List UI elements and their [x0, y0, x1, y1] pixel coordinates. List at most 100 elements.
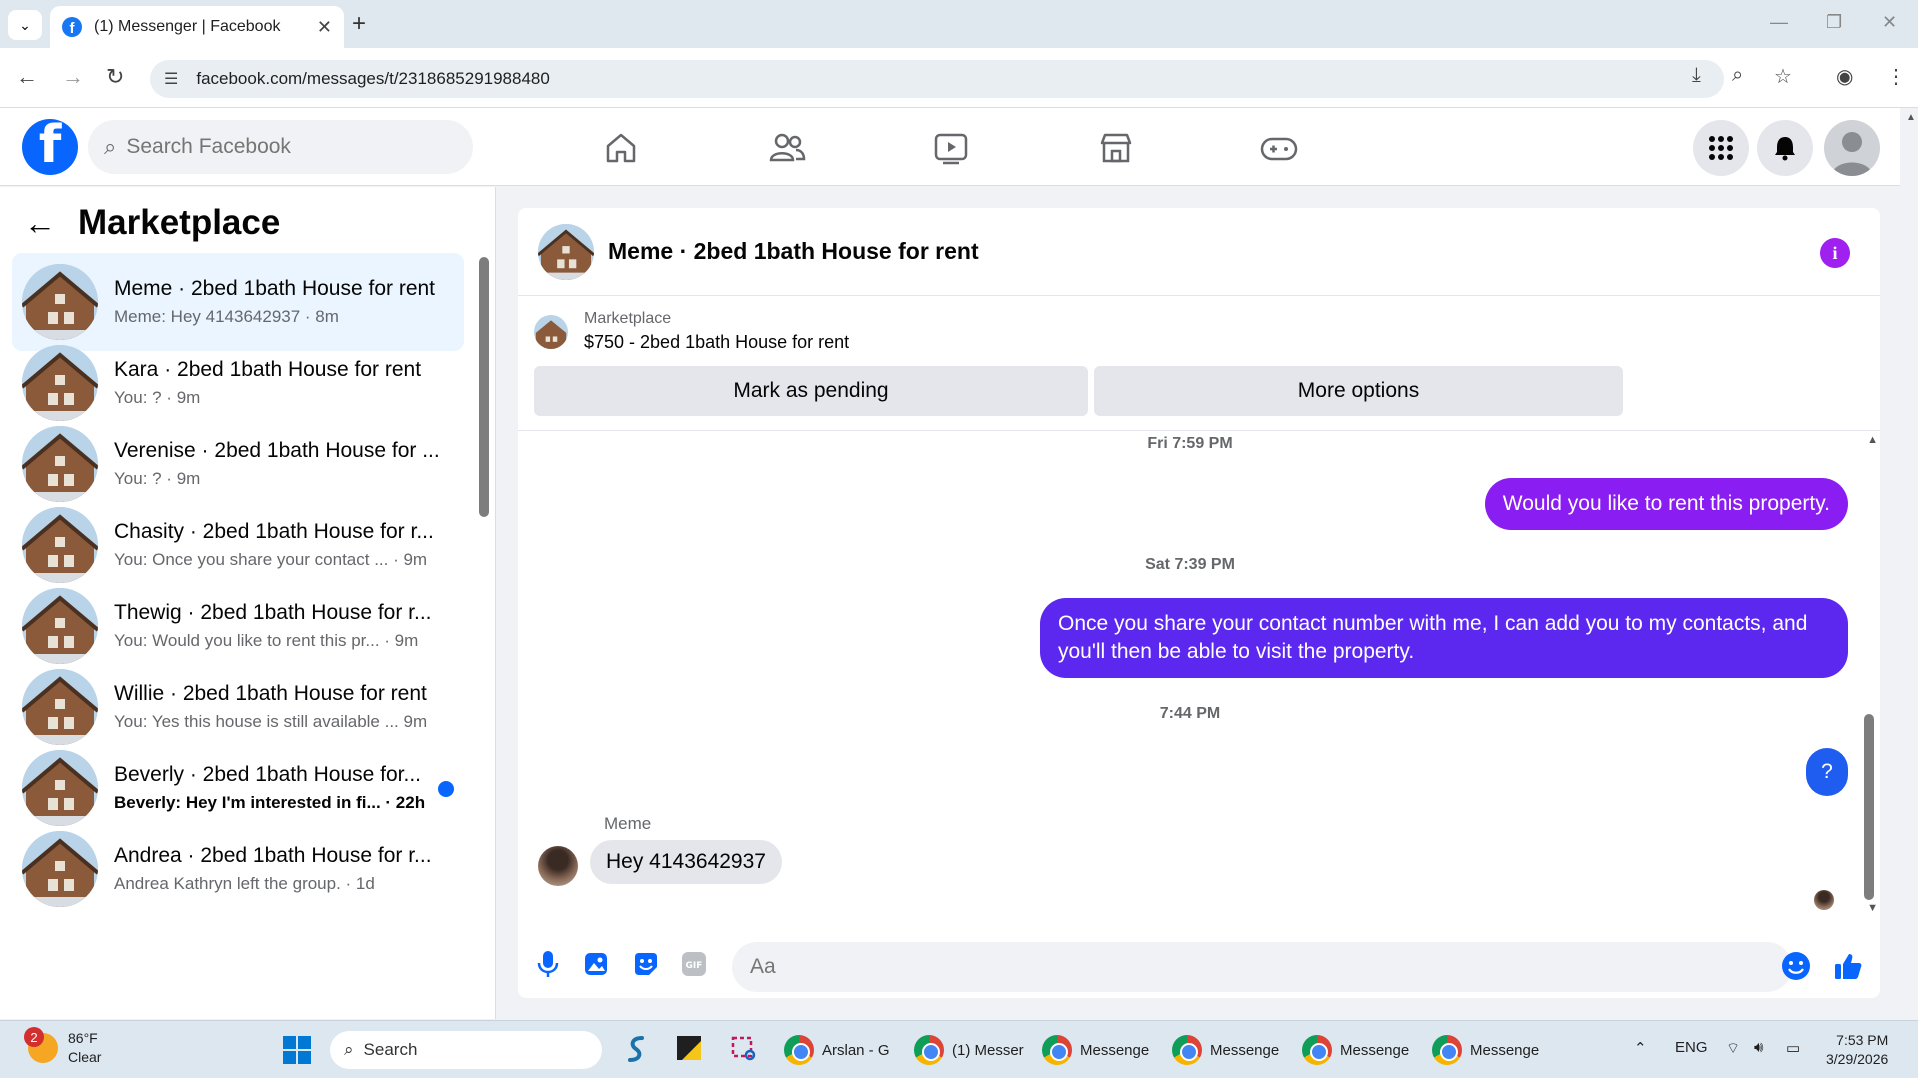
menu-dots-icon[interactable]: ⋮ — [1886, 64, 1906, 89]
chrome-icon — [914, 1035, 944, 1065]
facebook-search[interactable]: ⌕ — [88, 120, 473, 174]
read-receipt-avatar — [1814, 890, 1834, 910]
chevron-down-icon: ⌄ — [19, 16, 31, 33]
photo-icon[interactable] — [582, 950, 610, 978]
chat-panel: Meme · 2bed 1bath House for rent i Marke… — [518, 208, 1880, 998]
like-thumbs-up-icon[interactable] — [1832, 950, 1864, 982]
weather-widget[interactable]: 2 86°F Clear — [24, 1027, 101, 1067]
listing-summary[interactable]: Marketplace $750 - 2bed 1bath House for … — [534, 310, 849, 353]
taskbar-app-chrome-3[interactable]: Messenge — [1042, 1035, 1149, 1065]
marketplace-icon[interactable] — [1096, 128, 1136, 168]
windows-taskbar: 2 86°F Clear ⌕ Search Arslan - G (1) Mes… — [0, 1020, 1918, 1078]
conversation-snippet: Andrea Kathryn left the group. · 1d — [114, 874, 375, 893]
browser-tab[interactable]: f (1) Messenger | Facebook ✕ — [50, 6, 344, 48]
temperature: 86°F — [68, 1030, 98, 1046]
taskbar-app-chrome-4[interactable]: Messenge — [1172, 1035, 1279, 1065]
mark-as-pending-button[interactable]: Mark as pending — [534, 366, 1088, 416]
close-window-icon[interactable]: ✕ — [1882, 12, 1897, 33]
message-input-field[interactable] — [732, 942, 1792, 992]
profile-icon[interactable]: ◉ — [1836, 64, 1853, 89]
emoji-icon[interactable] — [1780, 950, 1812, 982]
sticker-icon[interactable] — [632, 950, 660, 978]
divider — [518, 430, 1880, 431]
zoom-icon[interactable]: ⌕ — [1732, 64, 1743, 87]
chat-avatar[interactable] — [538, 223, 594, 280]
scroll-up-icon[interactable]: ▲ — [1867, 434, 1878, 446]
forward-icon[interactable]: → — [62, 64, 84, 90]
wifi-icon[interactable]: ⌔ — [1726, 1039, 1740, 1058]
chrome-icon — [784, 1035, 814, 1065]
sender-avatar[interactable] — [538, 846, 578, 886]
facebook-search-input[interactable] — [126, 135, 427, 159]
volume-icon[interactable]: 🔊︎ — [1754, 1039, 1763, 1056]
weather-sun-icon: 2 — [24, 1027, 58, 1063]
conversation-avatar — [22, 750, 98, 826]
site-info-icon[interactable]: ☰ — [164, 69, 178, 89]
facebook-header: f ⌕ — [0, 108, 1900, 186]
tray-chevron-up-icon[interactable]: ⌃ — [1634, 1039, 1647, 1057]
gaming-icon[interactable] — [1259, 128, 1299, 168]
microphone-icon[interactable] — [534, 950, 562, 978]
language-indicator[interactable]: ENG — [1675, 1039, 1708, 1056]
battery-icon[interactable]: ▭ — [1786, 1039, 1800, 1057]
outgoing-message[interactable]: ? — [1806, 748, 1848, 796]
apps-menu-icon[interactable] — [1693, 120, 1749, 176]
scroll-down-icon[interactable]: ▼ — [1867, 902, 1878, 914]
new-tab-icon[interactable]: + — [352, 10, 366, 38]
sticky-notes-icon[interactable] — [676, 1035, 702, 1061]
notifications-bell-icon[interactable] — [1757, 120, 1813, 176]
info-icon[interactable]: i — [1820, 238, 1850, 268]
system-clock[interactable]: 7:53 PM 3/29/2026 — [1826, 1031, 1888, 1069]
incoming-message[interactable]: Hey 4143642937 — [590, 840, 782, 884]
facebook-logo-icon[interactable]: f — [22, 119, 78, 175]
friends-icon[interactable] — [767, 128, 807, 168]
message-input[interactable] — [750, 955, 1710, 979]
restore-icon[interactable]: ❐ — [1826, 12, 1842, 33]
minimize-icon[interactable]: — — [1770, 12, 1788, 33]
conversation-snippet: Meme: Hey 4143642937 · 8m — [114, 307, 339, 326]
outgoing-message[interactable]: Once you share your contact number with … — [1040, 598, 1848, 678]
panel-title: Marketplace — [78, 203, 281, 242]
taskbar-app-chrome-2[interactable]: (1) Messer — [914, 1035, 1024, 1065]
stylus-app-icon[interactable] — [624, 1035, 650, 1063]
more-options-button[interactable]: More options — [1094, 366, 1623, 416]
taskbar-search-label: Search — [363, 1040, 418, 1059]
gif-icon[interactable]: GIF — [680, 950, 708, 978]
address-bar[interactable]: ☰ facebook.com/messages/t/23186852919884… — [150, 60, 1724, 98]
conversation-avatar — [22, 345, 98, 421]
home-icon[interactable] — [601, 128, 641, 168]
install-app-icon[interactable]: ⤓ — [1692, 64, 1701, 87]
chat-scrollbar[interactable] — [1864, 714, 1874, 900]
bookmark-star-icon[interactable]: ☆ — [1774, 64, 1792, 89]
video-icon[interactable] — [931, 128, 971, 168]
reload-icon[interactable]: ↻ — [106, 64, 124, 90]
page-scroll-up-icon[interactable]: ▲ — [1906, 112, 1916, 123]
account-avatar[interactable] — [1824, 120, 1880, 176]
back-arrow-icon[interactable]: ← — [24, 205, 56, 242]
conversation-item[interactable]: Andrea · 2bed 1bath House for r... Andrea… — [12, 820, 464, 918]
close-tab-icon[interactable]: ✕ — [317, 17, 332, 38]
snipping-tool-icon[interactable] — [730, 1035, 758, 1063]
conversation-avatar — [22, 426, 98, 502]
taskbar-app-chrome-6[interactable]: Messenge — [1432, 1035, 1539, 1065]
chrome-icon — [1302, 1035, 1332, 1065]
listing-category: Marketplace — [584, 310, 672, 327]
taskbar-app-chrome-1[interactable]: Arslan - G — [784, 1035, 890, 1065]
taskbar-search[interactable]: ⌕ Search — [330, 1031, 602, 1069]
clock-date: 3/29/2026 — [1826, 1051, 1889, 1067]
conversation-name: Thewig · 2bed 1bath House for r... — [114, 601, 432, 624]
windows-start-icon[interactable] — [282, 1035, 312, 1070]
listing-thumbnail — [534, 314, 568, 349]
outgoing-message[interactable]: Would you like to rent this property. — [1484, 478, 1848, 530]
panel-header: ← Marketplace — [24, 203, 280, 243]
back-icon[interactable]: ← — [16, 64, 38, 90]
conversation-snippet: You: ? · 9m — [114, 388, 201, 407]
tab-search-button[interactable]: ⌄ — [8, 10, 42, 40]
chat-title: Meme · 2bed 1bath House for rent — [608, 238, 979, 264]
message-timestamp: Sat 7:39 PM — [1145, 556, 1235, 573]
conversation-snippet: You: Yes this house is still available .… — [114, 712, 428, 731]
conversation-list-scrollbar[interactable] — [479, 257, 489, 517]
taskbar-app-chrome-5[interactable]: Messenge — [1302, 1035, 1409, 1065]
unread-indicator — [438, 781, 454, 797]
message-timestamp: Fri 7:59 PM — [1147, 435, 1233, 452]
